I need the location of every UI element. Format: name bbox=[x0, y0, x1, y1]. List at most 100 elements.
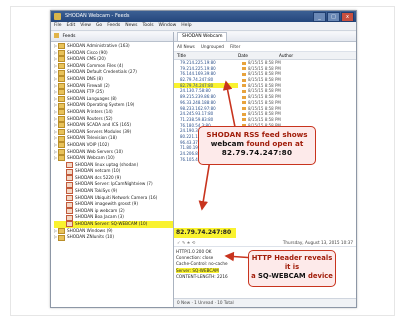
menu-item-news[interactable]: News bbox=[125, 23, 137, 28]
close-button[interactable]: x bbox=[341, 12, 354, 22]
http-header-row: CONTENT-LENGTH: 2216 bbox=[176, 274, 228, 280]
tree-item[interactable]: ▷ SHODAN Default Credentials (27) bbox=[54, 69, 173, 76]
http-header-line: Server: SQ-WEBCAM bbox=[176, 267, 219, 273]
tree-item-label: SHODAN imagewith grosst (9) bbox=[75, 201, 138, 207]
feed-item-icon bbox=[242, 78, 246, 82]
tree-item[interactable]: SHODAN Server: IpCamNightview (7) bbox=[54, 181, 173, 188]
news-row-date-text: 8/15/15 8:58 PM bbox=[248, 71, 281, 77]
toolbar-ungrouped[interactable]: Ungrouped bbox=[201, 44, 224, 49]
maximize-button[interactable]: □ bbox=[327, 12, 340, 22]
tree-item[interactable]: ▷ SHODAN Television (18) bbox=[54, 135, 173, 142]
folder-icon bbox=[58, 227, 65, 234]
tree-item[interactable]: ▷ SHODAN Cisco (90) bbox=[54, 50, 173, 57]
tree-item-label: SHODAN Default Credentials (27) bbox=[67, 69, 137, 75]
tree-item-label: SHODAN SCADA and ICS (165) bbox=[67, 122, 131, 128]
menu-item-tools[interactable]: Tools bbox=[142, 23, 153, 28]
tree-item[interactable]: SHODAN TokiSys (9) bbox=[54, 188, 173, 195]
menu-item-help[interactable]: Help bbox=[181, 23, 191, 28]
menu-item-view[interactable]: View bbox=[80, 23, 91, 28]
tree-item[interactable]: SHODAN netcam (10) bbox=[54, 168, 173, 175]
menu-item-go[interactable]: Go bbox=[96, 23, 102, 28]
tree-item[interactable]: ▷ SHODAN Common Files (4) bbox=[54, 63, 173, 70]
tree-item-label: SHODAN Languages (8) bbox=[67, 95, 117, 101]
feed-icon bbox=[66, 175, 73, 182]
news-row-date-text: 8/15/15 8:58 PM bbox=[248, 88, 281, 94]
toolbar-all-news[interactable]: All News bbox=[177, 44, 195, 49]
feeds-tree: ▷ SHODAN Administrative (163) ▷ SHODAN Cisc… bbox=[51, 42, 173, 241]
http-headers: HTTP/1.0 200 OK Connection: close Cache-Co… bbox=[176, 249, 228, 280]
tree-item[interactable]: ▷ SHODAN DNS (8) bbox=[54, 76, 173, 83]
folder-icon bbox=[58, 155, 65, 162]
folder-icon bbox=[58, 56, 65, 63]
news-row-date-text: 8/15/15 8:58 PM bbox=[248, 65, 281, 71]
tree-item[interactable]: ▷ SHODAN Routers (52) bbox=[54, 116, 173, 123]
detail-toolbar: ✓ ✎ ★ ⟲ Thursday, August 13, 2015 10:37 bbox=[174, 239, 356, 247]
tree-item-label: SHODAN Windows (9) bbox=[67, 227, 113, 233]
tree-item[interactable]: SHODAN Server: SQ-WEBCAM (10) bbox=[54, 221, 173, 228]
feed-icon bbox=[66, 168, 73, 175]
tree-item-label: SHODAN Server: SQ-WEBCAM (10) bbox=[75, 221, 148, 227]
tree-item[interactable]: ▷ SHODAN ZNlunits (10) bbox=[54, 234, 173, 241]
feed-item-icon bbox=[242, 95, 246, 99]
tree-item[interactable]: ▷ SHODAN Printers (14) bbox=[54, 109, 173, 116]
webcam-tab[interactable]: SHODAN Webcam bbox=[177, 32, 228, 41]
tree-item[interactable]: SHODAN dcs 5220 (9) bbox=[54, 175, 173, 182]
news-row-date-text: 8/15/15 8:58 PM bbox=[248, 99, 281, 105]
toolbar-filter[interactable]: Filter bbox=[230, 44, 240, 49]
tree-item[interactable]: ▷ SHODAN Languages (8) bbox=[54, 96, 173, 103]
tree-item[interactable]: SHODAN ip webcam (2) bbox=[54, 208, 173, 215]
menu-item-edit[interactable]: Edit bbox=[67, 23, 76, 28]
tree-item[interactable]: ▷ SHODAN CMS (20) bbox=[54, 56, 173, 63]
menu-item-window[interactable]: Window bbox=[159, 23, 177, 28]
tree-item[interactable]: ▷ SHODAN SCADA and ICS (165) bbox=[54, 122, 173, 129]
detail-tools-icon[interactable]: ✓ ✎ ★ ⟲ bbox=[177, 240, 195, 245]
tree-item[interactable]: ▷ SHODAN Webcam (10) bbox=[54, 155, 173, 162]
selected-title: 82.79.74.247:80 bbox=[174, 228, 236, 238]
menu-bar: File Edit View Go Feeds News Tools Window Help bbox=[51, 22, 356, 31]
tree-item[interactable]: ▷ SHODAN Servers Modules (39) bbox=[54, 129, 173, 136]
status-bar: 0 New · 1 Unread · 10 Total bbox=[174, 298, 356, 307]
app-icon bbox=[54, 13, 61, 20]
column-date[interactable]: Date bbox=[235, 52, 276, 59]
tree-item-label: SHODAN Firewall (2) bbox=[67, 82, 110, 88]
callout-rss-ip: 82.79.74.247:80 bbox=[221, 148, 293, 157]
folder-icon bbox=[58, 43, 65, 50]
tree-item[interactable]: ▷ SHODAN Administrative (163) bbox=[54, 43, 173, 50]
tree-item[interactable]: ▷ SHODAN VOIP (102) bbox=[54, 142, 173, 149]
tree-item[interactable]: SHODAN linux uptag (shodan) bbox=[54, 162, 173, 169]
tree-item[interactable]: ▷ SHODAN Firewall (2) bbox=[54, 83, 173, 90]
callout-rss-webcam: webcam bbox=[210, 139, 244, 148]
tree-item-label: SHODAN linux uptag (shodan) bbox=[75, 161, 139, 167]
folder-icon bbox=[58, 129, 65, 136]
tree-item[interactable]: SHODAN imagewith grosst (9) bbox=[54, 201, 173, 208]
http-header-line: CONTENT-LENGTH: 2216 bbox=[176, 273, 228, 279]
callout-rss-line2: webcam found open at bbox=[199, 139, 315, 148]
feed-icon bbox=[66, 221, 73, 228]
news-toolbar: All News Ungrouped Filter bbox=[174, 42, 356, 52]
minimize-button[interactable]: _ bbox=[313, 12, 326, 22]
callout-header: HTTP Header reveals it is a SQ-WEBCAM de… bbox=[248, 250, 336, 287]
tree-item[interactable]: SHODAN Boa Jacam (3) bbox=[54, 214, 173, 221]
folder-icon bbox=[58, 109, 65, 116]
tree-item[interactable]: ▷ SHODAN Windows (9) bbox=[54, 228, 173, 235]
tree-item[interactable]: ▷ SHODAN Operating System (19) bbox=[54, 102, 173, 109]
tree-item[interactable]: ▷ SHODAN FTP (25) bbox=[54, 89, 173, 96]
tree-item-label: SHODAN TokiSys (9) bbox=[75, 188, 118, 194]
tree-item[interactable]: ▷ SHODAN Web Servers (10) bbox=[54, 149, 173, 156]
callout-rss-found: found open at bbox=[243, 139, 304, 148]
folder-icon bbox=[58, 234, 65, 241]
folder-icon bbox=[58, 115, 65, 122]
column-title[interactable]: Title bbox=[174, 52, 235, 59]
http-header-row: Cache-Control: no-cache bbox=[176, 261, 228, 267]
tree-item-label: SHODAN Operating System (19) bbox=[67, 102, 135, 108]
feed-item-icon bbox=[242, 84, 246, 88]
menu-item-file[interactable]: File bbox=[54, 23, 62, 28]
folder-icon bbox=[58, 82, 65, 89]
column-author[interactable]: Author bbox=[276, 52, 309, 59]
menu-item-feeds[interactable]: Feeds bbox=[107, 23, 120, 28]
tree-item-label: SHODAN FTP (25) bbox=[67, 89, 104, 95]
feeds-tab[interactable]: Feeds bbox=[51, 32, 173, 42]
folder-icon bbox=[58, 49, 65, 56]
news-row-date-text: 8/15/15 8:58 PM bbox=[248, 60, 281, 65]
tree-item[interactable]: SHODAN Ubiquiti Network Camera (16) bbox=[54, 195, 173, 202]
